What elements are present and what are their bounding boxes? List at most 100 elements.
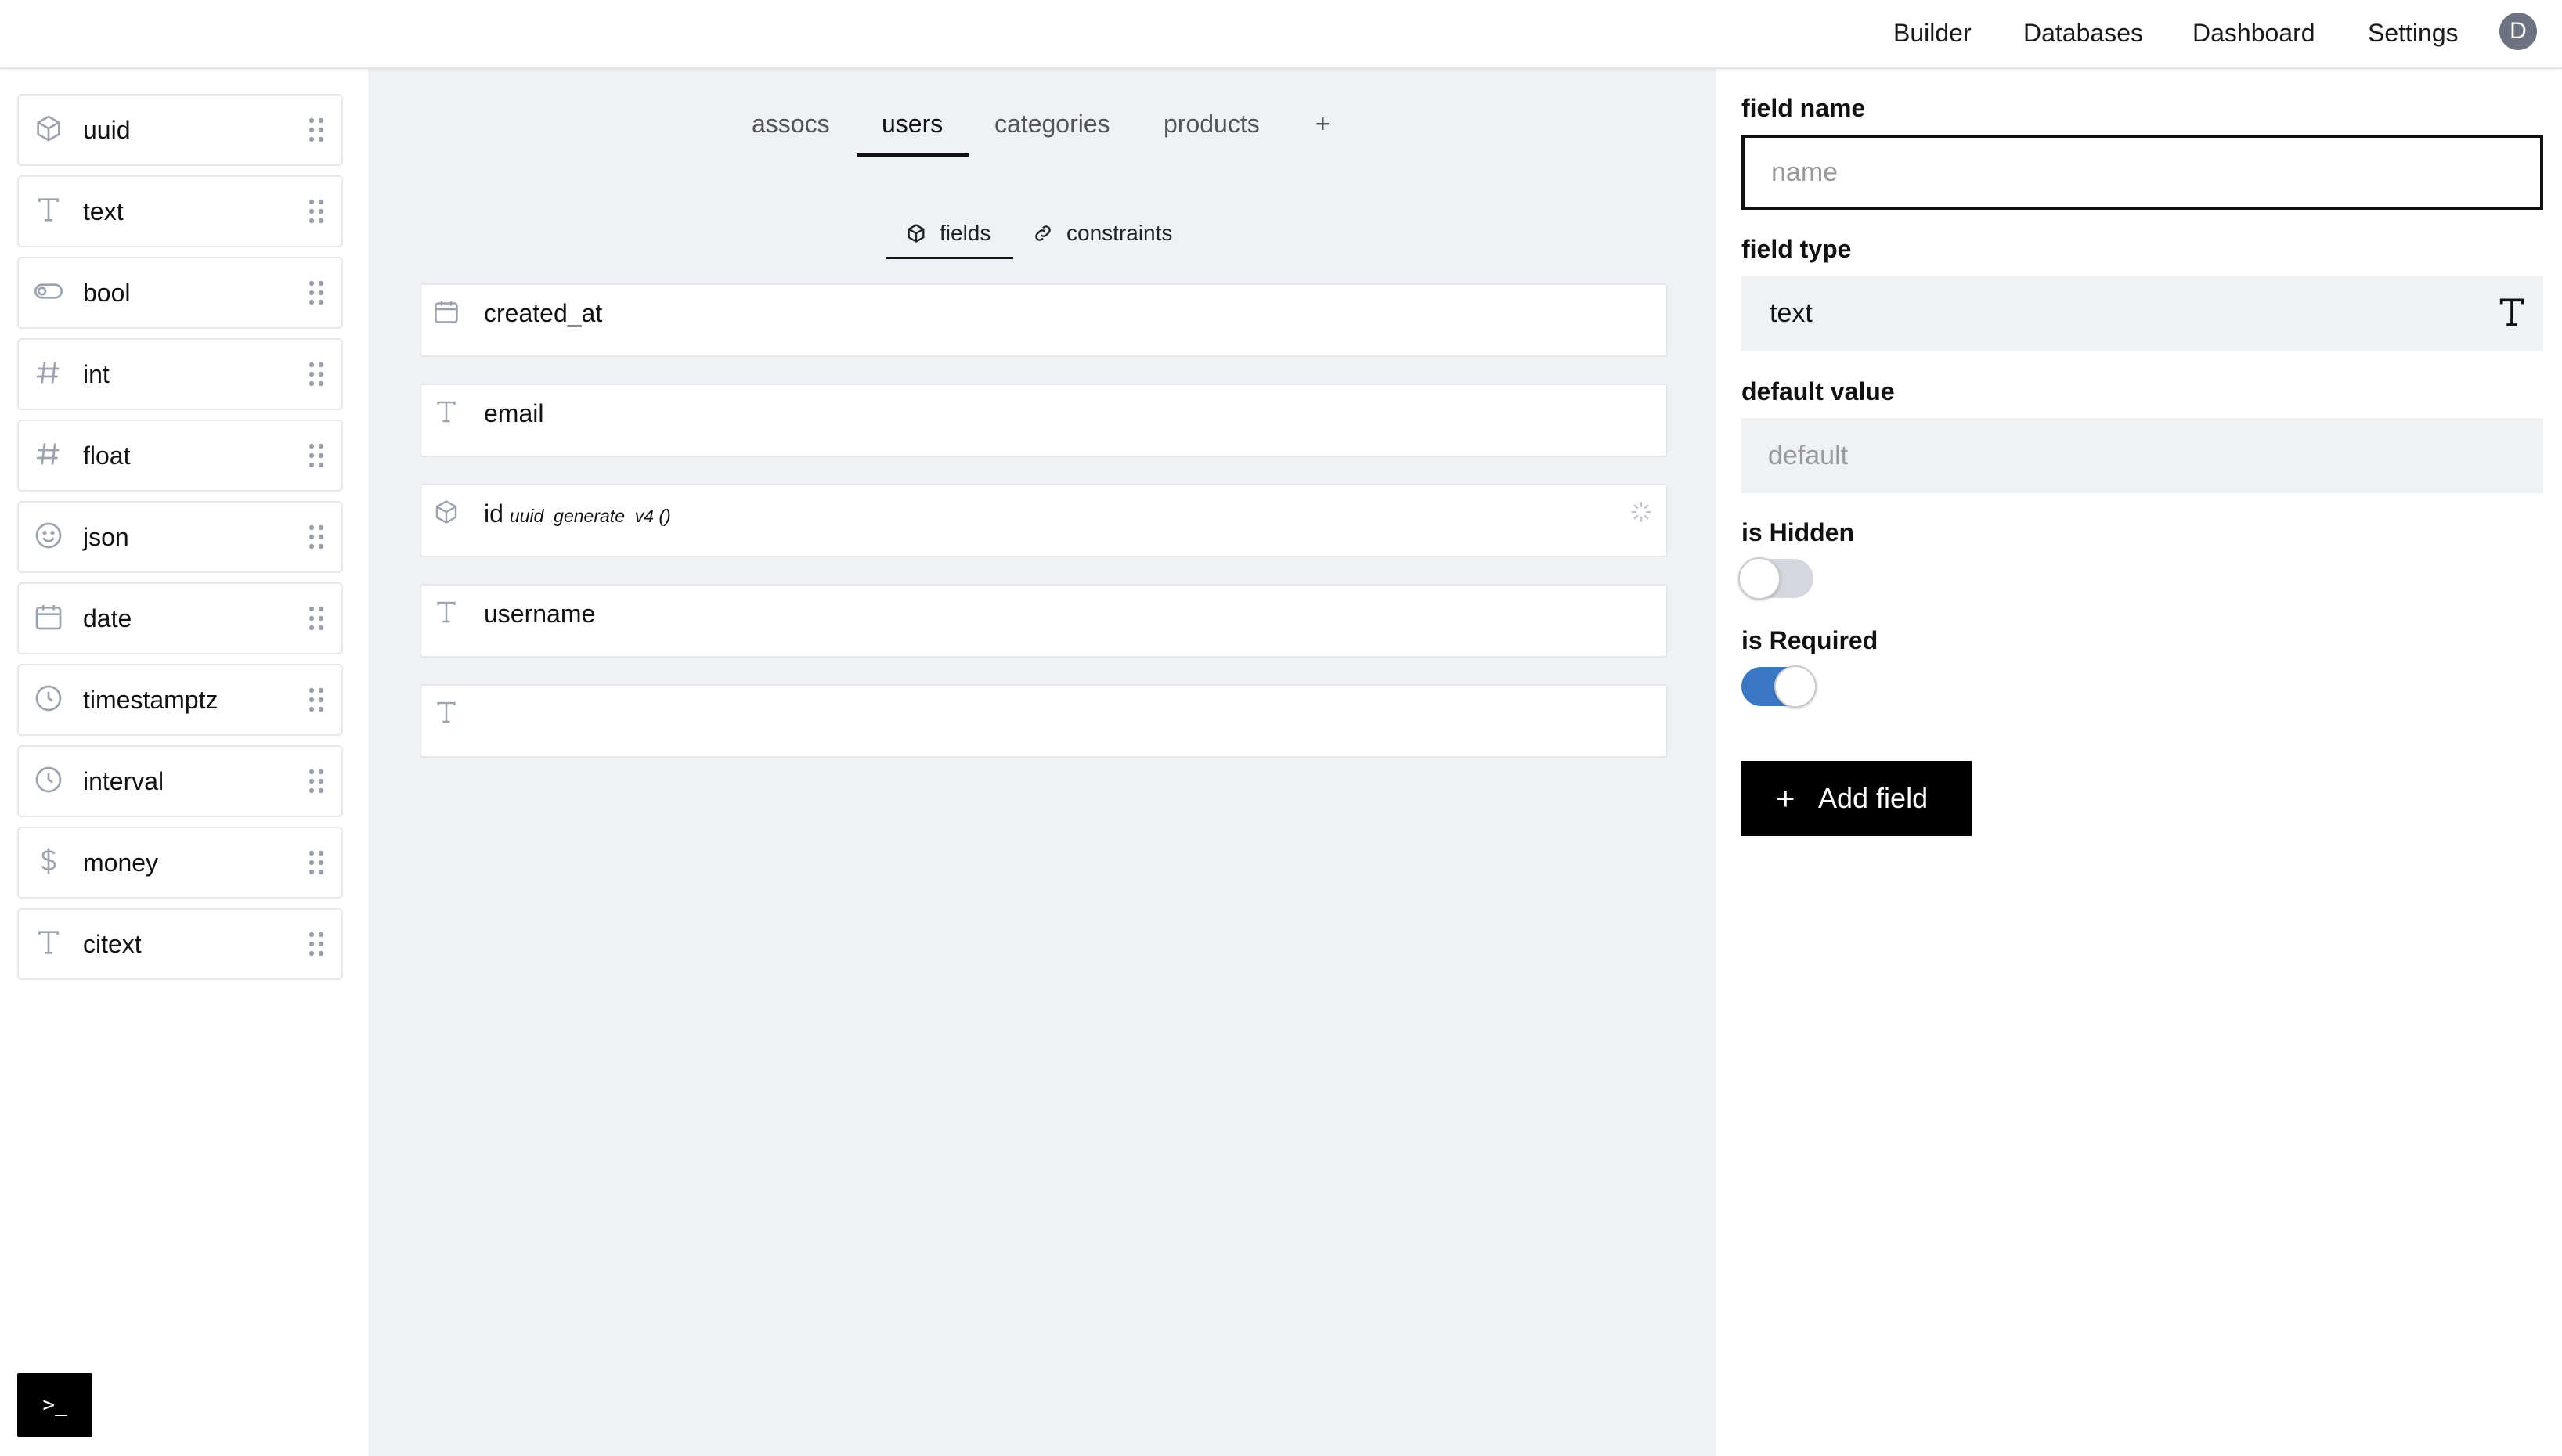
dollar-icon xyxy=(41,848,56,874)
type-item-uuid[interactable]: uuid xyxy=(17,94,343,166)
drag-handle-icon[interactable] xyxy=(307,767,326,795)
type-item-label: json xyxy=(83,523,129,551)
toggle-knob xyxy=(1774,665,1817,708)
type-item-label: int xyxy=(83,360,110,388)
drag-handle-icon[interactable] xyxy=(307,279,326,307)
clock-icon xyxy=(35,766,62,793)
field-type-value: text xyxy=(1770,298,1813,328)
type-item-timestamptz[interactable]: timestamptz xyxy=(17,664,343,736)
tab-assocs[interactable]: assocs xyxy=(752,106,830,141)
subtab-label: fields xyxy=(940,221,991,245)
type-item-label: date xyxy=(83,604,132,632)
text-type-icon xyxy=(437,601,456,623)
drag-handle-icon[interactable] xyxy=(307,197,326,225)
top-navbar: Builder Databases Dashboard Settings D xyxy=(0,0,2562,69)
loading-spinner-icon xyxy=(1631,502,1651,522)
active-subtab-indicator xyxy=(886,257,1013,259)
field-row-email[interactable]: email xyxy=(420,384,1668,457)
field-default-value: uuid_generate_v4 () xyxy=(509,506,671,526)
type-item-label: interval xyxy=(83,767,164,795)
calendar-icon xyxy=(35,605,62,630)
toggle-icon xyxy=(34,283,63,299)
link-icon xyxy=(1035,225,1051,241)
table-editor: assocs users categories products + field… xyxy=(368,69,1716,1456)
cube-icon xyxy=(435,500,457,524)
drag-handle-icon[interactable] xyxy=(307,604,326,632)
text-type-icon xyxy=(437,701,456,723)
add-table-button[interactable]: + xyxy=(1315,106,1330,141)
terminal-button[interactable]: >_ xyxy=(17,1373,92,1437)
field-name: username xyxy=(484,600,596,628)
hash-icon xyxy=(37,443,60,465)
avatar[interactable]: D xyxy=(2499,13,2537,50)
type-item-label: uuid xyxy=(83,116,131,144)
cube-icon xyxy=(908,224,925,243)
plus-icon: + xyxy=(1776,780,1795,816)
type-item-label: text xyxy=(83,197,124,225)
field-row-created-at[interactable]: created_at xyxy=(420,283,1668,357)
type-item-label: bool xyxy=(83,279,131,307)
drag-handle-icon[interactable] xyxy=(307,441,326,470)
drag-handle-icon[interactable] xyxy=(307,849,326,877)
type-item-citext[interactable]: citext xyxy=(17,908,343,980)
field-editor-panel: field name field type text default value… xyxy=(1716,69,2562,1456)
type-item-label: timestamptz xyxy=(83,686,218,714)
type-item-bool[interactable]: bool xyxy=(17,257,343,329)
type-item-float[interactable]: float xyxy=(17,420,343,492)
field-row-new-placeholder[interactable] xyxy=(420,684,1668,758)
type-item-json[interactable]: json xyxy=(17,501,343,573)
subtab-label: constraints xyxy=(1066,221,1173,245)
nav-link-settings[interactable]: Settings xyxy=(2368,16,2459,50)
field-name: created_at xyxy=(484,299,603,327)
default-value-input[interactable] xyxy=(1741,418,2543,493)
field-name-input[interactable] xyxy=(1741,135,2543,210)
type-item-int[interactable]: int xyxy=(17,338,343,410)
tab-products[interactable]: products xyxy=(1164,106,1260,141)
is-required-toggle[interactable] xyxy=(1741,665,1817,708)
tab-categories[interactable]: categories xyxy=(994,106,1110,141)
field-type-label: field type xyxy=(1741,235,1852,263)
field-row-id[interactable]: id uuid_generate_v4 () xyxy=(420,484,1668,557)
tab-users[interactable]: users xyxy=(882,106,943,141)
subtab-constraints[interactable]: constraints xyxy=(1032,216,1189,250)
field-name: id uuid_generate_v4 () xyxy=(484,496,671,533)
drag-handle-icon[interactable] xyxy=(307,686,326,714)
nav-link-builder[interactable]: Builder xyxy=(1893,16,1972,50)
type-item-date[interactable]: date xyxy=(17,582,343,654)
text-type-icon xyxy=(2499,298,2524,326)
type-item-money[interactable]: money xyxy=(17,827,343,899)
subtab-fields[interactable]: fields xyxy=(905,216,999,250)
type-item-label: money xyxy=(83,849,159,877)
hash-icon xyxy=(37,362,60,384)
toggle-knob xyxy=(1738,557,1781,600)
add-field-button[interactable]: + Add field xyxy=(1741,761,1972,836)
default-value-label: default value xyxy=(1741,377,1895,405)
field-name: email xyxy=(484,399,544,427)
drag-handle-icon[interactable] xyxy=(307,360,326,388)
is-hidden-label: is Hidden xyxy=(1741,518,1855,546)
drag-handle-icon[interactable] xyxy=(307,523,326,551)
field-name-label: field name xyxy=(1741,94,1866,122)
nav-link-dashboard[interactable]: Dashboard xyxy=(2192,16,2315,50)
active-tab-indicator xyxy=(857,153,969,157)
field-type-select[interactable]: text xyxy=(1741,276,2543,351)
text-type-icon xyxy=(38,931,59,954)
cube-icon xyxy=(37,115,60,142)
type-item-label: float xyxy=(83,441,131,470)
type-item-label: citext xyxy=(83,930,142,958)
text-type-icon xyxy=(437,401,456,423)
drag-handle-icon[interactable] xyxy=(307,116,326,144)
type-palette-sidebar: uuid text bool int float json date times… xyxy=(0,69,368,1456)
type-item-text[interactable]: text xyxy=(17,175,343,247)
clock-icon xyxy=(35,685,62,712)
type-item-interval[interactable]: interval xyxy=(17,745,343,817)
add-field-label: Add field xyxy=(1818,782,1929,814)
field-row-username[interactable]: username xyxy=(420,584,1668,658)
nav-link-databases[interactable]: Databases xyxy=(2023,16,2143,50)
drag-handle-icon[interactable] xyxy=(307,930,326,958)
calendar-icon xyxy=(435,301,458,323)
text-type-icon xyxy=(38,198,59,222)
field-name-text: id xyxy=(484,499,503,528)
is-hidden-toggle[interactable] xyxy=(1738,557,1813,600)
is-required-label: is Required xyxy=(1741,626,1878,654)
